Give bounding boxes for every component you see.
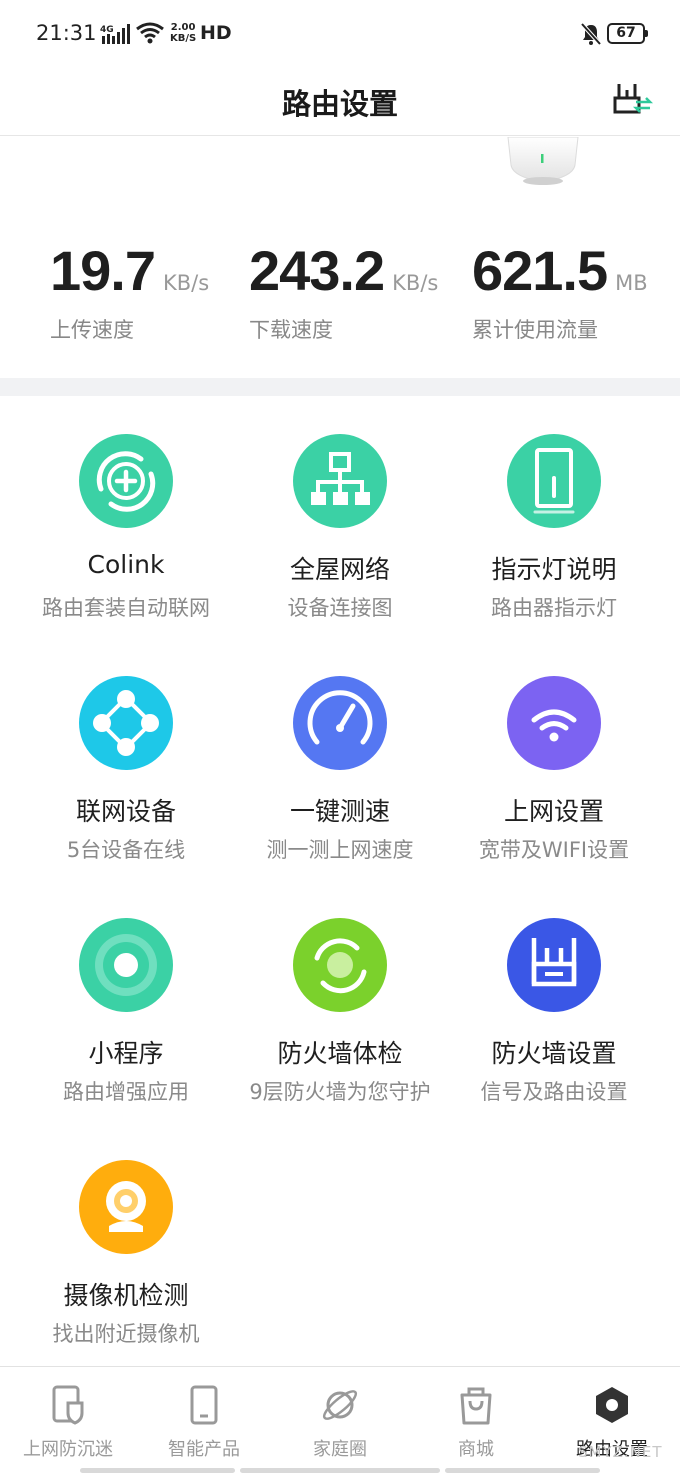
tile-firewall-check[interactable]: 防火墙体检 9层防火墙为您守护: [227, 918, 453, 1148]
nav-label: 智能产品: [168, 1439, 240, 1460]
wifi-status-icon: [136, 22, 164, 44]
tile-title: 摄像机检测: [63, 1281, 189, 1310]
network-type: 4G: [100, 25, 114, 35]
page-title: 路由设置: [281, 87, 398, 121]
gesture-bar: [445, 1468, 600, 1473]
tile-indicator-light[interactable]: 指示灯说明 路由器指示灯: [441, 434, 667, 664]
tile-mini-program[interactable]: 小程序 路由增强应用: [13, 918, 239, 1148]
upload-speed-label: 上传速度: [50, 318, 134, 342]
tile-title: Colink: [87, 550, 165, 579]
connected-devices-icon: [79, 676, 173, 770]
firewall-check-icon: [293, 918, 387, 1012]
status-bar: 21:31 4G 2.00 KB/S HD 67: [0, 0, 680, 68]
gesture-bar: [240, 1468, 440, 1473]
battery-indicator: 67: [607, 23, 648, 44]
tile-subtitle: 信号及路由设置: [480, 1080, 628, 1104]
nav-item-anti-addiction[interactable]: 上网防沉迷: [0, 1367, 136, 1467]
network-speed-value: 2.00: [170, 22, 196, 33]
tile-title: 上网设置: [503, 797, 604, 826]
nav-item-smart-products[interactable]: 智能产品: [136, 1367, 272, 1467]
router-image: [507, 137, 579, 185]
shield-phone-icon: [52, 1385, 84, 1425]
traffic-unit: MB: [615, 271, 648, 295]
tile-title: 指示灯说明: [491, 555, 617, 584]
tile-subtitle: 测一测上网速度: [266, 838, 414, 862]
tile-subtitle: 路由增强应用: [63, 1080, 189, 1104]
download-speed-unit: KB/s: [392, 271, 439, 295]
nav-label: 家庭圈: [313, 1439, 367, 1460]
speedometer-icon: [293, 676, 387, 770]
tile-title: 防火墙体检: [277, 1039, 403, 1068]
tile-subtitle: 路由器指示灯: [491, 596, 617, 620]
tile-speed-test[interactable]: 一键测速 测一测上网速度: [227, 676, 453, 906]
stat-download: 243.2 KB/s 下载速度: [249, 238, 439, 342]
nav-item-mall[interactable]: 商城: [408, 1367, 544, 1467]
mute-bell-icon: [580, 22, 602, 46]
tile-connected-devices[interactable]: 联网设备 5台设备在线: [13, 676, 239, 906]
wifi-icon: [507, 676, 601, 770]
section-divider: [0, 378, 680, 396]
nav-label: 商城: [458, 1439, 494, 1460]
tile-title: 小程序: [88, 1039, 164, 1068]
shopping-bag-icon: [460, 1387, 492, 1425]
network-speed-unit: KB/S: [170, 33, 197, 44]
stat-upload: 19.7 KB/s 上传速度: [50, 238, 210, 342]
switch-router-icon[interactable]: [612, 76, 654, 116]
download-speed-value: 243.2: [249, 239, 385, 302]
nav-label: 上网防沉迷: [23, 1439, 113, 1460]
app-header: 路由设置: [0, 68, 680, 136]
phone-device-icon: [190, 1385, 218, 1425]
traffic-label: 累计使用流量: [472, 318, 598, 342]
tile-subtitle: 设备连接图: [287, 596, 393, 620]
upload-speed-value: 19.7: [50, 239, 156, 302]
tile-subtitle: 5台设备在线: [66, 838, 186, 862]
traffic-value: 621.5: [472, 239, 608, 302]
stat-traffic: 621.5 MB 累计使用流量: [472, 238, 648, 342]
tile-subtitle: 9层防火墙为您守护: [249, 1080, 431, 1104]
tile-subtitle: 宽带及WIFI设置: [478, 838, 630, 862]
nav-item-family-circle[interactable]: 家庭圈: [272, 1367, 408, 1467]
network-speed: 2.00 KB/S: [170, 22, 196, 44]
tile-title: 防火墙设置: [491, 1039, 617, 1068]
watermark: SMYZ.NET: [578, 1443, 663, 1461]
download-speed-label: 下载速度: [249, 318, 333, 342]
network-topology-icon: [293, 434, 387, 528]
tile-title: 联网设备: [75, 797, 176, 826]
hd-indicator: HD: [200, 22, 232, 44]
tile-title: 一键测速: [289, 797, 390, 826]
router-light-icon: [507, 434, 601, 528]
tile-whole-home-network[interactable]: 全屋网络 设备连接图: [227, 434, 453, 664]
firewall-router-icon: [507, 918, 601, 1012]
cellular-signal-icon: 4G: [100, 24, 130, 44]
camera-icon: [79, 1160, 173, 1254]
upload-speed-unit: KB/s: [163, 271, 210, 295]
gesture-bar: [80, 1468, 235, 1473]
tile-colink[interactable]: Colink 路由套装自动联网: [13, 434, 239, 664]
tile-subtitle: 路由套装自动联网: [42, 596, 210, 620]
colink-plus-icon: [79, 434, 173, 528]
status-time: 21:31: [36, 21, 97, 45]
mini-program-icon: [79, 918, 173, 1012]
router-hexagon-icon: [596, 1387, 628, 1423]
tile-firewall-settings[interactable]: 防火墙设置 信号及路由设置: [441, 918, 667, 1148]
tile-subtitle: 找出附近摄像机: [52, 1322, 200, 1346]
tile-title: 全屋网络: [289, 555, 390, 584]
tile-internet-settings[interactable]: 上网设置 宽带及WIFI设置: [441, 676, 667, 906]
planet-icon: [322, 1390, 358, 1420]
tile-camera-detection[interactable]: 摄像机检测 找出附近摄像机: [13, 1160, 239, 1390]
